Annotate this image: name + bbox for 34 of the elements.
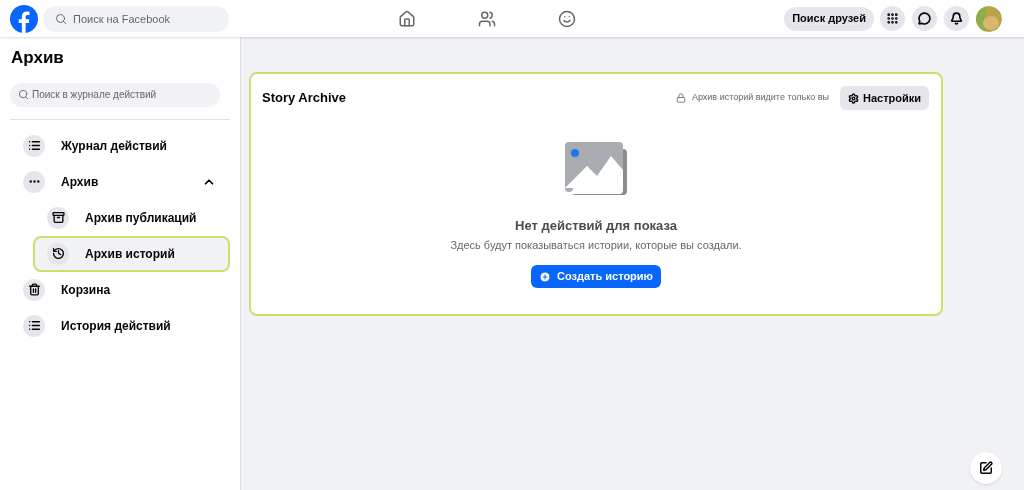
plus-icon xyxy=(539,270,551,283)
more-icon xyxy=(23,170,45,193)
notifications-icon[interactable] xyxy=(944,6,969,31)
sidebar-item[interactable]: Архив историй xyxy=(33,235,230,272)
sidebar-item[interactable]: История действий xyxy=(10,307,230,344)
sidebar-item[interactable]: Архив публикаций xyxy=(33,199,230,236)
empty-text: Здесь будут показываться истории, которые вы создали. xyxy=(450,237,742,253)
box-icon xyxy=(47,206,69,229)
compose-icon[interactable] xyxy=(970,452,1002,484)
card-title: Story Archive xyxy=(262,89,348,108)
search-icon xyxy=(18,89,29,100)
groups-tab[interactable] xyxy=(556,8,577,29)
search-icon xyxy=(55,12,67,25)
list-icon xyxy=(23,134,45,157)
empty-title: Нет действий для показа xyxy=(515,217,677,235)
sidebar-title: Архив xyxy=(11,47,65,69)
logo-icon[interactable] xyxy=(10,4,38,33)
sidebar-item[interactable]: Журнал действий xyxy=(10,127,230,164)
gear-icon xyxy=(847,92,859,104)
privacy-note: Архив историй видите только вы xyxy=(691,91,829,105)
clock-icon xyxy=(47,242,69,265)
list-icon xyxy=(23,314,45,337)
trash-icon xyxy=(23,278,45,301)
sidebar-item[interactable]: Корзина xyxy=(10,271,230,308)
search-field[interactable]: Поиск на Facebook xyxy=(43,5,229,32)
sidebar-item[interactable]: Архив xyxy=(10,163,230,200)
lock-icon xyxy=(675,93,686,103)
activity-search-field[interactable]: Поиск в журнале действий xyxy=(10,82,220,107)
messenger-icon[interactable] xyxy=(912,6,937,31)
create-story-button[interactable]: Создать историю xyxy=(531,265,661,288)
settings-button[interactable]: Настройки xyxy=(839,86,929,110)
empty-photo-icon xyxy=(565,142,627,195)
menu-icon[interactable] xyxy=(880,6,905,31)
find-friends-button[interactable]: Поиск друзей xyxy=(784,6,874,31)
